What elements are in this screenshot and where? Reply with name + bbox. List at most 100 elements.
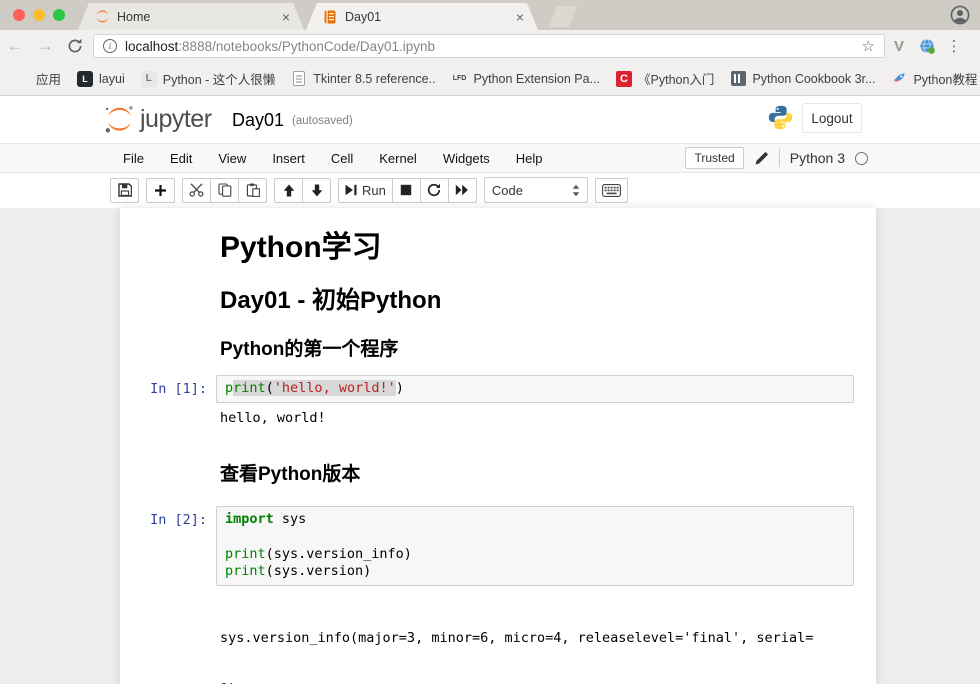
- rocket-favicon-icon: [891, 71, 907, 87]
- page-favicon-icon: [291, 71, 307, 87]
- trusted-button[interactable]: Trusted: [685, 147, 743, 169]
- address-bar[interactable]: i localhost:8888/notebooks/PythonCode/Da…: [93, 34, 885, 58]
- new-tab-button[interactable]: [549, 6, 577, 27]
- cell-type-select[interactable]: Code: [484, 177, 588, 203]
- input-prompt: In [1]:: [120, 375, 216, 403]
- run-button-label: Run: [362, 183, 386, 198]
- bookmark-label: Tkinter 8.5 reference..: [313, 72, 435, 86]
- zoom-window-button[interactable]: [53, 9, 65, 21]
- command-palette-button[interactable]: [595, 178, 628, 203]
- reload-icon[interactable]: [60, 38, 90, 54]
- code-cell-2[interactable]: In [2]: import sys print(sys.version_inf…: [120, 506, 854, 586]
- menu-help[interactable]: Help: [503, 151, 556, 166]
- menu-view[interactable]: View: [205, 151, 259, 166]
- python-logo-icon: [767, 104, 794, 131]
- jupyter-header: jupyter Day01 (autosaved) Logout File Ed…: [0, 96, 980, 208]
- code-cell-1[interactable]: In [1]: print('hello, world!'): [120, 375, 854, 403]
- tab-label: Home: [117, 10, 271, 24]
- cell-2-output: sys.version_info(major=3, minor=6, micro…: [220, 596, 854, 684]
- output-line: sys.version_info(major=3, minor=6, micro…: [220, 630, 854, 647]
- markdown-heading-2[interactable]: Day01 - 初始Python: [220, 287, 854, 315]
- paste-cell-button[interactable]: [238, 178, 267, 203]
- add-cell-button[interactable]: [146, 178, 175, 203]
- move-cell-up-button[interactable]: [274, 178, 303, 203]
- interrupt-kernel-button[interactable]: [392, 178, 421, 203]
- profile-icon[interactable]: [950, 5, 970, 25]
- kernel-idle-icon: [855, 152, 868, 165]
- menu-widgets[interactable]: Widgets: [430, 151, 503, 166]
- tab-day01[interactable]: Day01 ×: [306, 3, 538, 30]
- menu-kernel[interactable]: Kernel: [366, 151, 430, 166]
- notebook-body: Python学习 Day01 - 初始Python Python的第一个程序 I…: [0, 208, 980, 684]
- bookmark-python-cookbook[interactable]: Python Cookbook 3r...: [726, 71, 879, 87]
- code-token: p: [225, 380, 233, 396]
- menu-file[interactable]: File: [110, 151, 157, 166]
- bookmark-layui[interactable]: L layui: [73, 71, 129, 87]
- bookmarks-bar: 应用 L layui L Python - 这个人很懒 Tkinter 8.5 …: [0, 62, 980, 96]
- jupyter-logo-row: jupyter Day01 (autosaved) Logout: [0, 96, 980, 143]
- cell-1-output: hello, world!: [220, 410, 854, 427]
- csdn-favicon-icon: C: [616, 71, 632, 87]
- tab-strip: Home × Day01 ×: [0, 0, 980, 30]
- bookmark-label: Python Cookbook 3r...: [752, 72, 875, 86]
- menu-cell[interactable]: Cell: [318, 151, 366, 166]
- tab-label: Day01: [345, 10, 505, 24]
- move-cell-down-button[interactable]: [302, 178, 331, 203]
- bookmark-python-tutorial[interactable]: Python教程: [887, 69, 980, 88]
- code-input-area[interactable]: print('hello, world!'): [216, 375, 854, 403]
- layui-favicon-icon: L: [77, 71, 93, 87]
- bookmark-python-blog[interactable]: L Python - 这个人很懒: [137, 69, 280, 88]
- back-icon[interactable]: ←: [0, 36, 30, 56]
- notebook-title[interactable]: Day01: [232, 110, 284, 131]
- translate-extension-icon[interactable]: [913, 38, 941, 55]
- pencil-icon: [754, 151, 769, 166]
- bookmark-label: 应用: [36, 69, 61, 88]
- close-tab-icon[interactable]: ×: [512, 9, 528, 25]
- url-path: :8888/notebooks/PythonCode/Day01.ipynb: [178, 39, 435, 54]
- logout-button[interactable]: Logout: [802, 103, 862, 133]
- bookmark-label: 《Python入门: [638, 69, 714, 88]
- forward-icon[interactable]: →: [30, 36, 60, 56]
- restart-run-all-button[interactable]: [448, 178, 477, 203]
- notebook-status-area: Trusted Python 3: [685, 147, 980, 169]
- copy-cell-button[interactable]: [210, 178, 239, 203]
- markdown-heading-3[interactable]: Python的第一个程序: [220, 339, 854, 361]
- close-tab-icon[interactable]: ×: [278, 9, 294, 25]
- code-input-area[interactable]: import sys print(sys.version_info) print…: [216, 506, 854, 586]
- markdown-heading-3[interactable]: 查看Python版本: [220, 464, 854, 486]
- tab-home[interactable]: Home ×: [78, 3, 304, 30]
- url-text: localhost:8888/notebooks/PythonCode/Day0…: [125, 39, 435, 54]
- bookmark-star-icon[interactable]: ☆: [862, 37, 875, 55]
- cut-cell-button[interactable]: [182, 178, 211, 203]
- browser-window: Home × Day01 ×: [0, 0, 980, 684]
- jupyter-brand-text[interactable]: jupyter: [140, 105, 212, 134]
- bookmark-python-intro[interactable]: C 《Python入门: [612, 69, 718, 88]
- run-cell-button[interactable]: Run: [338, 178, 393, 203]
- vimium-extension-icon[interactable]: V: [885, 38, 913, 55]
- bookmark-label: Python教程: [913, 69, 977, 88]
- notebook-toolbar: Run Code: [0, 173, 980, 207]
- code-token: ): [396, 380, 404, 396]
- restart-kernel-button[interactable]: [420, 178, 449, 203]
- menu-edit[interactable]: Edit: [157, 151, 205, 166]
- chrome-menu-icon[interactable]: ⋮: [941, 37, 967, 55]
- markdown-heading-1[interactable]: Python学习: [220, 231, 854, 265]
- letter-l-favicon-icon: L: [141, 71, 157, 87]
- menu-insert[interactable]: Insert: [259, 151, 318, 166]
- notebook-container: Python学习 Day01 - 初始Python Python的第一个程序 I…: [120, 208, 876, 684]
- lfd-favicon-icon: LFD: [452, 71, 468, 87]
- url-host: localhost: [125, 39, 178, 54]
- divider: [779, 149, 780, 167]
- jupyter-logo-icon[interactable]: [104, 104, 135, 135]
- bookmark-label: Python Extension Pa...: [474, 72, 600, 86]
- bookmark-apps[interactable]: 应用: [12, 69, 65, 88]
- bookmark-tkinter[interactable]: Tkinter 8.5 reference..: [287, 71, 439, 87]
- close-window-button[interactable]: [13, 9, 25, 21]
- bookmark-python-extensions[interactable]: LFD Python Extension Pa...: [448, 71, 604, 87]
- page-info-icon[interactable]: i: [103, 39, 117, 53]
- bookmark-label: Python - 这个人很懒: [163, 69, 276, 88]
- book-favicon-icon: [730, 71, 746, 87]
- save-button[interactable]: [110, 178, 139, 203]
- cell-type-value: Code: [492, 183, 523, 198]
- minimize-window-button[interactable]: [33, 9, 45, 21]
